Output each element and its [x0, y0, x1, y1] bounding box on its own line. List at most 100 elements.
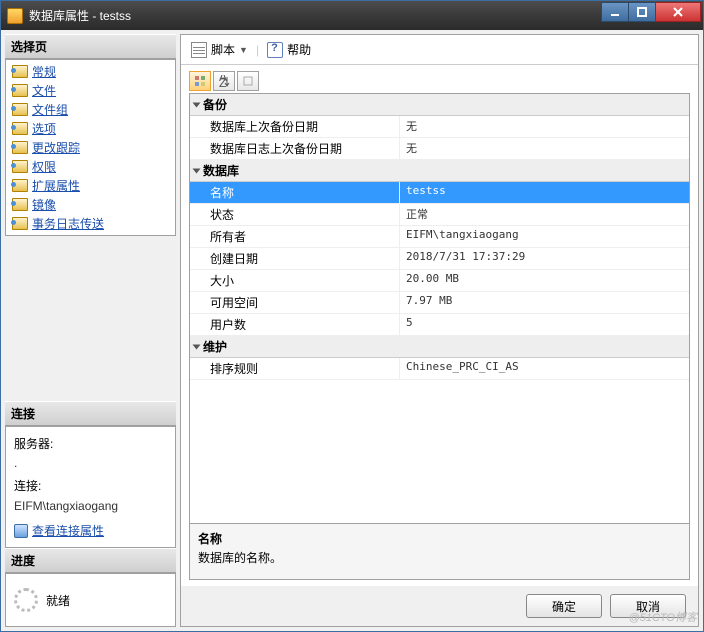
nav-item[interactable]: 文件: [6, 81, 175, 100]
nav-label: 选项: [32, 120, 56, 137]
property-row[interactable]: 数据库日志上次备份日期无: [190, 138, 689, 160]
script-label: 脚本: [211, 41, 235, 58]
connection-label: 连接:: [14, 477, 167, 496]
connection-panel: 服务器: . 连接: EIFM\tangxiaogang 查看连接属性: [5, 426, 176, 548]
property-value: 7.97 MB: [400, 292, 689, 313]
nav-label: 文件组: [32, 101, 68, 118]
grid-toolbar: AZ: [189, 71, 690, 91]
nav-label: 权限: [32, 158, 56, 175]
property-row[interactable]: 所有者EIFM\tangxiaogang: [190, 226, 689, 248]
property-row[interactable]: 可用空间7.97 MB: [190, 292, 689, 314]
svg-text:Z: Z: [219, 76, 226, 87]
select-page-heading: 选择页: [5, 34, 176, 59]
ok-button[interactable]: 确定: [526, 594, 602, 618]
script-icon: [191, 42, 207, 58]
nav-item[interactable]: 权限: [6, 157, 175, 176]
titlebar[interactable]: 数据库属性 - testss: [1, 1, 703, 30]
property-name: 可用空间: [190, 292, 400, 313]
property-row[interactable]: 数据库上次备份日期无: [190, 116, 689, 138]
nav-item[interactable]: 镜像: [6, 195, 175, 214]
property-row[interactable]: 用户数5: [190, 314, 689, 336]
property-name: 数据库上次备份日期: [190, 116, 400, 137]
property-row[interactable]: 大小20.00 MB: [190, 270, 689, 292]
property-value: 无: [400, 138, 689, 159]
connection-value: EIFM\tangxiaogang: [14, 497, 167, 516]
page-icon: [12, 103, 28, 116]
toolbar: 脚本 ▼ | 帮助: [181, 35, 698, 65]
view-connection-link[interactable]: 查看连接属性: [32, 522, 104, 541]
page-icon: [12, 198, 28, 211]
nav-item[interactable]: 选项: [6, 119, 175, 138]
property-value: testss: [400, 182, 689, 203]
property-value: 5: [400, 314, 689, 335]
property-row[interactable]: 状态正常: [190, 204, 689, 226]
nav-label: 更改跟踪: [32, 139, 80, 156]
property-name: 数据库日志上次备份日期: [190, 138, 400, 159]
help-button[interactable]: 帮助: [263, 39, 315, 60]
collapse-icon: [193, 168, 201, 173]
property-name: 创建日期: [190, 248, 400, 269]
nav-item[interactable]: 文件组: [6, 100, 175, 119]
minimize-button[interactable]: [601, 2, 629, 22]
property-row[interactable]: 创建日期2018/7/31 17:37:29: [190, 248, 689, 270]
maximize-button[interactable]: [628, 2, 656, 22]
category-label: 数据库: [203, 162, 239, 179]
property-name: 状态: [190, 204, 400, 225]
page-icon: [12, 141, 28, 154]
alphabetical-button[interactable]: AZ: [213, 71, 235, 91]
app-icon: [7, 8, 23, 24]
page-icon: [12, 122, 28, 135]
category-header[interactable]: 备份: [190, 94, 689, 116]
close-button[interactable]: [655, 2, 701, 22]
nav-item[interactable]: 事务日志传送: [6, 214, 175, 233]
button-bar: 确定 取消: [181, 586, 698, 626]
property-value: 2018/7/31 17:37:29: [400, 248, 689, 269]
server-label: 服务器:: [14, 435, 167, 454]
property-value: 正常: [400, 204, 689, 225]
property-name: 排序规则: [190, 358, 400, 379]
nav-item[interactable]: 常规: [6, 62, 175, 81]
category-header[interactable]: 维护: [190, 336, 689, 358]
left-column: 选择页 常规文件文件组选项更改跟踪权限扩展属性镜像事务日志传送 连接 服务器: …: [5, 34, 176, 627]
nav-label: 事务日志传送: [32, 215, 104, 232]
dropdown-icon: ▼: [239, 45, 248, 55]
property-grid[interactable]: 备份数据库上次备份日期无数据库日志上次备份日期无数据库名称testss状态正常所…: [189, 93, 690, 524]
property-description: 名称 数据库的名称。: [189, 524, 690, 580]
dialog-body: 选择页 常规文件文件组选项更改跟踪权限扩展属性镜像事务日志传送 连接 服务器: …: [1, 30, 703, 631]
page-icon: [12, 84, 28, 97]
nav-item[interactable]: 更改跟踪: [6, 138, 175, 157]
page-icon: [12, 65, 28, 78]
desc-body: 数据库的名称。: [198, 549, 681, 566]
category-label: 备份: [203, 96, 227, 113]
categorized-button[interactable]: [189, 71, 211, 91]
property-pages-button[interactable]: [237, 71, 259, 91]
dialog-window: 数据库属性 - testss 选择页 常规文件文件组选项更改跟踪权限扩展属性镜像…: [0, 0, 704, 632]
watermark: @51CTO博客: [629, 609, 697, 625]
desc-title: 名称: [198, 530, 681, 547]
property-name: 名称: [190, 182, 400, 203]
property-row[interactable]: 名称testss: [190, 182, 689, 204]
page-icon: [12, 179, 28, 192]
property-row[interactable]: 排序规则Chinese_PRC_CI_AS: [190, 358, 689, 380]
connection-heading: 连接: [5, 401, 176, 426]
property-value: 无: [400, 116, 689, 137]
category-label: 维护: [203, 338, 227, 355]
help-icon: [267, 42, 283, 58]
property-name: 所有者: [190, 226, 400, 247]
help-label: 帮助: [287, 41, 311, 58]
property-name: 用户数: [190, 314, 400, 335]
property-name: 大小: [190, 270, 400, 291]
nav-label: 常规: [32, 63, 56, 80]
nav-label: 文件: [32, 82, 56, 99]
category-header[interactable]: 数据库: [190, 160, 689, 182]
progress-panel: 就绪: [5, 573, 176, 627]
page-icon: [12, 160, 28, 173]
spinner-icon: [14, 588, 38, 612]
property-value: 20.00 MB: [400, 270, 689, 291]
nav-item[interactable]: 扩展属性: [6, 176, 175, 195]
property-value: EIFM\tangxiaogang: [400, 226, 689, 247]
script-button[interactable]: 脚本 ▼: [187, 39, 252, 60]
nav-label: 镜像: [32, 196, 56, 213]
collapse-icon: [193, 344, 201, 349]
right-column: 脚本 ▼ | 帮助 AZ 备份数据库上次备份日期无数据库日志上次备份日期无数据库…: [180, 34, 699, 627]
